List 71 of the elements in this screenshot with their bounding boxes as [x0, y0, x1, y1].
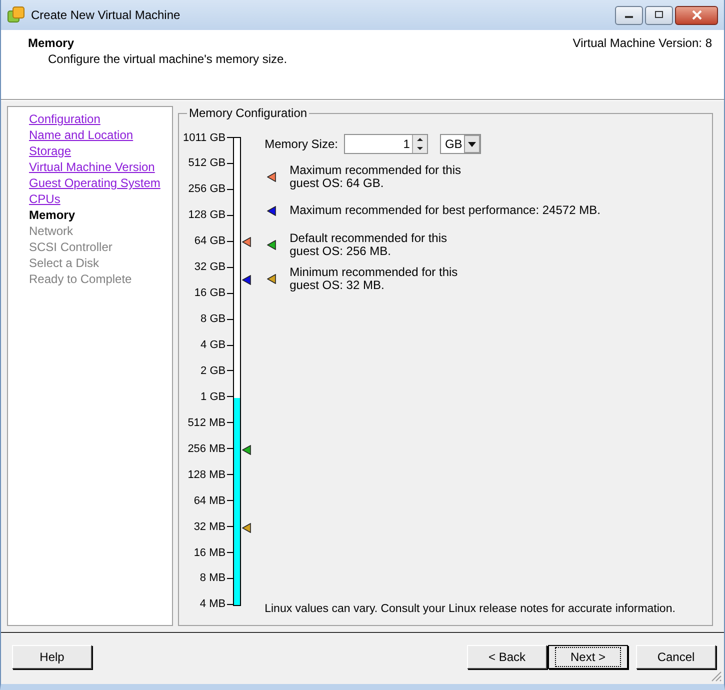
step-link[interactable]: Name and Location — [29, 127, 134, 143]
scale-tick — [226, 448, 233, 450]
close-button[interactable] — [675, 6, 718, 24]
scale-label: 64 GB — [194, 235, 226, 248]
recommendation-text: Maximum recommended for this guest OS: 64 GB. — [290, 164, 461, 190]
step-link[interactable]: Guest Operating System — [29, 175, 160, 191]
memory-size-label: Memory Size: — [264, 137, 338, 151]
note-text: Linux values can vary. Consult your Linux release notes for accurate information. — [264, 603, 676, 615]
scale-label: 64 MB — [194, 494, 226, 507]
scale-label: 512 GB — [188, 157, 226, 170]
version-label: Virtual Machine Version: 8 — [572, 36, 712, 52]
page-title: Memory — [28, 36, 76, 50]
group-title: Memory Configuration — [188, 106, 308, 120]
resize-grip-icon — [710, 670, 722, 682]
unit-dropdown[interactable]: GB — [440, 134, 482, 154]
scale-tick — [226, 318, 233, 320]
scale-tick — [226, 344, 233, 346]
spin-up-icon[interactable] — [412, 135, 427, 144]
scale-label: 1 GB — [200, 390, 226, 403]
scale-label: 1011 GB — [183, 132, 226, 144]
minimize-button[interactable] — [615, 6, 643, 24]
scale-label: 16 GB — [194, 287, 226, 300]
scale-tick — [226, 578, 233, 579]
scale-tick — [226, 214, 233, 216]
scale-label: 16 MB — [194, 546, 226, 558]
scale-tick — [226, 474, 233, 476]
step-link[interactable]: Storage — [29, 143, 72, 159]
recommendation-text: Maximum recommended for best performance: 24572 MB. — [290, 204, 600, 217]
page-subtitle: Configure the virtual machine's memory size. — [47, 52, 288, 66]
scale-label: 128 MB — [188, 468, 226, 481]
spin-down-icon[interactable] — [412, 144, 427, 153]
help-button[interactable]: Help — [12, 645, 92, 669]
recommendation-text: Minimum recommended for this guest OS: 32 MB. — [290, 266, 458, 292]
cancel-button[interactable]: Cancel — [636, 645, 716, 669]
scale-tick — [226, 526, 233, 528]
step-link[interactable]: Configuration — [29, 111, 100, 127]
scale-tick — [226, 604, 233, 605]
scale-label: 128 GB — [188, 209, 226, 222]
scale-tick — [226, 162, 233, 164]
scale-tick — [226, 500, 233, 502]
scale-label: 8 MB — [200, 572, 226, 584]
scale-tick — [226, 370, 233, 372]
scale-tick — [226, 396, 233, 398]
window-title: Create New Virtual Machine — [31, 8, 180, 22]
scale-tick — [226, 188, 233, 190]
recommendation-text: Default recommended for this guest OS: 256 MB. — [290, 232, 448, 258]
next-button[interactable]: Next > — [548, 645, 628, 669]
caret-icon — [464, 135, 480, 153]
scale-label: 32 GB — [194, 261, 226, 274]
app-icon — [7, 6, 25, 24]
step-link[interactable]: Virtual Machine Version — [29, 159, 155, 175]
close-icon — [690, 10, 702, 20]
step-link[interactable]: CPUs — [29, 191, 60, 207]
scale-label: 2 GB — [200, 364, 226, 377]
scale-tick — [226, 266, 233, 268]
scale-label: 512 MB — [188, 416, 226, 429]
scale-label: 32 MB — [194, 520, 226, 533]
scale-tick — [226, 422, 233, 424]
maximize-button[interactable] — [645, 6, 673, 24]
maximize-icon — [654, 10, 664, 20]
scale-tick — [226, 552, 233, 553]
scale-label: 8 GB — [200, 313, 226, 326]
scale-tick — [226, 240, 233, 242]
scale-label: 256 MB — [188, 442, 226, 455]
scale-label: 256 GB — [188, 183, 226, 196]
memory-size-field[interactable]: 1 — [344, 134, 428, 154]
scale-tick — [226, 292, 233, 294]
scale-tick — [226, 137, 233, 138]
scale-label: 4 MB — [200, 598, 226, 610]
back-button[interactable]: < Back — [467, 645, 547, 669]
scale-label: 4 GB — [200, 339, 226, 351]
